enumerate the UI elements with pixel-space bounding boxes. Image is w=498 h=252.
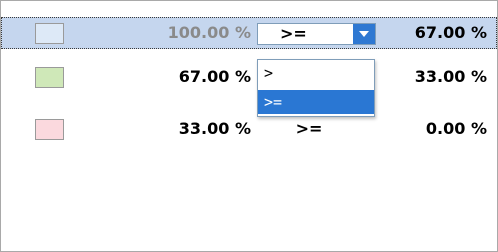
operator-3[interactable]: >= xyxy=(279,113,339,145)
color-swatch-2[interactable] xyxy=(35,67,64,88)
color-swatch-3[interactable] xyxy=(35,119,64,140)
operator-combobox[interactable]: >= xyxy=(257,23,376,45)
from-value-3: 33.00 % xyxy=(178,119,251,138)
threshold-row-3[interactable]: 33.00 % >= 0.00 % xyxy=(1,113,497,145)
from-value-1: 100.00 % xyxy=(167,23,251,42)
operator-dropdown-list: > >= xyxy=(257,59,375,117)
dropdown-toggle-button[interactable] xyxy=(353,24,375,44)
threshold-rules-panel: 100.00 % >= 67.00 % 67.00 % >= 33.00 % 3… xyxy=(0,0,498,252)
dropdown-option-gte[interactable]: >= xyxy=(258,90,374,114)
to-value-1: 67.00 % xyxy=(414,23,487,42)
color-swatch-1[interactable] xyxy=(35,23,64,44)
from-value-2: 67.00 % xyxy=(178,67,251,86)
threshold-row-2[interactable]: 67.00 % >= 33.00 % xyxy=(1,61,497,93)
to-value-3: 0.00 % xyxy=(425,119,487,138)
dropdown-option-gt[interactable]: > xyxy=(258,61,374,85)
to-value-2: 33.00 % xyxy=(414,67,487,86)
threshold-row-1[interactable]: 100.00 % >= 67.00 % xyxy=(1,17,497,49)
operator-combobox-value: >= xyxy=(280,24,307,43)
chevron-down-icon xyxy=(359,31,369,37)
